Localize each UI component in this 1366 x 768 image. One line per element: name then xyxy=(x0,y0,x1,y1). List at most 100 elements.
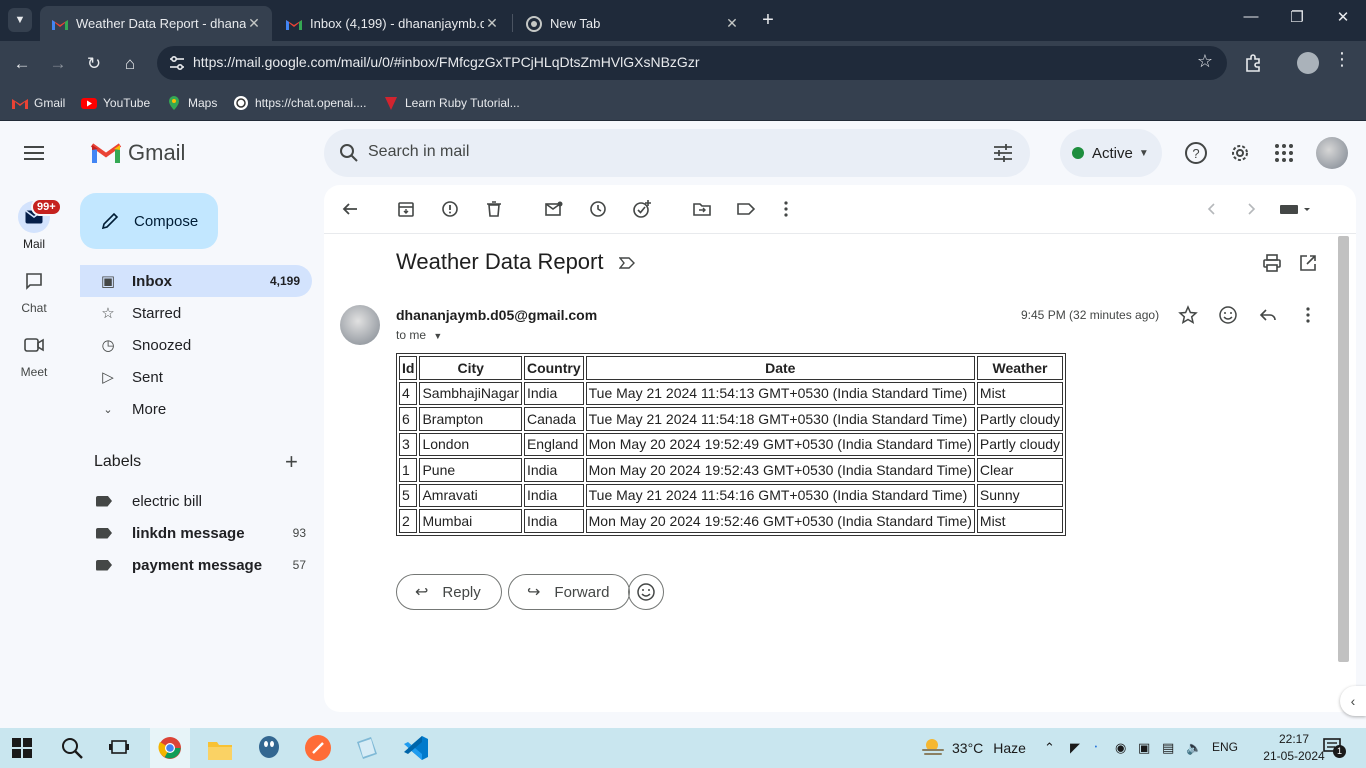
close-tab-icon[interactable]: ✕ xyxy=(246,15,262,32)
account-avatar[interactable] xyxy=(1316,137,1348,169)
back-arrow-icon[interactable] xyxy=(340,199,360,219)
forward-icon[interactable]: → xyxy=(45,51,71,77)
search-options-icon[interactable] xyxy=(992,142,1014,164)
home-icon[interactable]: ⌂ xyxy=(117,51,143,77)
forward-button[interactable]: ↪ Forward xyxy=(508,574,631,610)
back-icon[interactable]: ← xyxy=(9,51,35,77)
emoji-icon xyxy=(637,583,655,601)
add-label-icon[interactable]: + xyxy=(285,451,298,473)
sender-email[interactable]: dhananjaymb.d05@gmail.com xyxy=(396,307,597,323)
tab-weather-report[interactable]: Weather Data Report - dhananjaymb ✕ xyxy=(40,6,272,41)
temperature: 33°C xyxy=(952,740,984,756)
new-tab-button[interactable]: + xyxy=(758,9,778,32)
reply-icon[interactable] xyxy=(1258,305,1278,325)
display-icon[interactable]: ▣ xyxy=(1138,740,1150,756)
profile-avatar[interactable] xyxy=(1297,52,1319,74)
search-bar[interactable]: Search in mail xyxy=(324,129,1030,177)
more-vert-icon[interactable] xyxy=(1298,305,1318,325)
browser-menu-icon[interactable]: ⋮ xyxy=(1333,49,1351,70)
task-view-icon[interactable] xyxy=(108,738,130,758)
gmail-logo[interactable]: Gmail xyxy=(90,140,185,166)
help-icon[interactable]: ? xyxy=(1184,141,1208,165)
close-window-icon[interactable]: ✕ xyxy=(1328,8,1358,26)
network-icon[interactable]: ▤ xyxy=(1162,740,1174,756)
rail-meet[interactable]: Meet xyxy=(0,329,68,379)
report-spam-icon[interactable] xyxy=(440,199,460,219)
notification-center[interactable]: 1 xyxy=(1323,738,1347,758)
rail-chat[interactable]: Chat xyxy=(0,265,68,315)
minimize-icon[interactable]: — xyxy=(1236,8,1266,25)
clock-icon: ◷ xyxy=(101,337,115,354)
show-hidden-icons-icon[interactable]: ⌃ xyxy=(1044,740,1055,756)
bookmark-chatgpt[interactable]: https://chat.openai.... xyxy=(233,93,366,113)
notepad-icon[interactable] xyxy=(353,734,381,762)
newer-chevron-icon[interactable] xyxy=(1202,199,1222,219)
recipient-line[interactable]: to me ▼ xyxy=(396,328,442,342)
bookmark-youtube[interactable]: YouTube xyxy=(81,93,150,113)
archive-icon[interactable] xyxy=(396,199,416,219)
more-vert-icon[interactable] xyxy=(776,199,796,219)
add-to-tasks-icon[interactable] xyxy=(632,199,652,219)
windows-start-icon[interactable] xyxy=(12,738,32,758)
input-tools-icon[interactable] xyxy=(1279,199,1313,219)
label-payment-message[interactable]: payment message 57 xyxy=(96,554,306,576)
postgres-icon[interactable] xyxy=(255,734,283,762)
open-new-window-icon[interactable] xyxy=(1298,253,1318,273)
apps-grid-icon[interactable] xyxy=(1272,141,1296,165)
delete-icon[interactable] xyxy=(484,199,504,219)
camera-icon[interactable]: ◉ xyxy=(1115,740,1126,756)
star-icon[interactable] xyxy=(1178,305,1198,325)
label-linkdn-message[interactable]: linkdn message 93 xyxy=(96,522,306,544)
wifi-icon[interactable]: ◤ xyxy=(1070,740,1080,756)
status-chip[interactable]: Active ▼ xyxy=(1060,129,1162,177)
settings-gear-icon[interactable] xyxy=(1228,141,1252,165)
nav-starred[interactable]: ☆ Starred xyxy=(80,297,312,329)
older-chevron-icon[interactable] xyxy=(1241,199,1261,219)
nav-snoozed[interactable]: ◷ Snoozed xyxy=(80,329,312,361)
move-to-icon[interactable] xyxy=(692,199,712,219)
nav-inbox[interactable]: ▣ Inbox 4,199 xyxy=(80,265,312,297)
volume-icon[interactable]: 🔈 xyxy=(1186,740,1202,756)
reload-icon[interactable]: ↻ xyxy=(81,51,107,77)
restore-icon[interactable]: ❐ xyxy=(1282,8,1312,26)
emoji-reaction-button[interactable] xyxy=(628,574,664,610)
important-marker-icon[interactable] xyxy=(619,256,635,270)
file-explorer-icon[interactable] xyxy=(206,736,234,764)
postman-icon[interactable] xyxy=(304,734,332,762)
vscode-icon[interactable] xyxy=(402,734,430,762)
sender-avatar[interactable] xyxy=(340,305,380,345)
bookmark-maps[interactable]: Maps xyxy=(166,93,217,113)
bookmark-gmail[interactable]: Gmail xyxy=(12,93,65,113)
close-tab-icon[interactable]: ✕ xyxy=(724,15,740,32)
tab-new-tab[interactable]: New Tab ✕ xyxy=(514,6,750,41)
extensions-icon[interactable] xyxy=(1243,51,1265,73)
tab-inbox[interactable]: Inbox (4,199) - dhananjaymb.d05@ ✕ xyxy=(274,6,510,41)
main-menu-icon[interactable] xyxy=(22,143,46,163)
scrollbar[interactable] xyxy=(1338,236,1349,662)
search-icon[interactable] xyxy=(60,736,84,760)
weather-widget[interactable]: 33°C Haze xyxy=(920,738,1026,758)
snooze-icon[interactable] xyxy=(588,199,608,219)
site-info-icon[interactable] xyxy=(167,53,187,73)
nav-sent[interactable]: ▷ Sent xyxy=(80,361,312,393)
caret-down-icon[interactable]: ▼ xyxy=(433,331,442,341)
system-clock[interactable]: 22:17 21-05-2024 xyxy=(1262,731,1326,765)
address-bar[interactable]: https://mail.google.com/mail/u/0/#inbox/… xyxy=(157,46,1227,80)
bookmark-ruby[interactable]: Learn Ruby Tutorial... xyxy=(383,93,520,113)
bookmark-star-icon[interactable]: ☆ xyxy=(1197,51,1213,72)
compose-button[interactable]: Compose xyxy=(80,193,218,249)
nav-more[interactable]: ⌄ More xyxy=(80,393,312,425)
tab-search-button[interactable]: ▼ xyxy=(8,8,32,32)
print-icon[interactable] xyxy=(1262,253,1282,273)
label-icon[interactable] xyxy=(736,199,756,219)
search-icon[interactable] xyxy=(338,142,360,164)
emoji-reaction-icon[interactable] xyxy=(1218,305,1238,325)
close-tab-icon[interactable]: ✕ xyxy=(484,15,500,32)
language-indicator[interactable]: ENG xyxy=(1212,740,1238,754)
label-electric-bill[interactable]: electric bill xyxy=(96,490,306,512)
bluetooth-icon[interactable]: ᛫ xyxy=(1092,740,1100,755)
taskbar-chrome[interactable] xyxy=(150,728,190,768)
mark-unread-icon[interactable] xyxy=(544,199,564,219)
side-panel-toggle[interactable]: ‹ xyxy=(1340,686,1366,716)
reply-button[interactable]: ↩ Reply xyxy=(396,574,502,610)
